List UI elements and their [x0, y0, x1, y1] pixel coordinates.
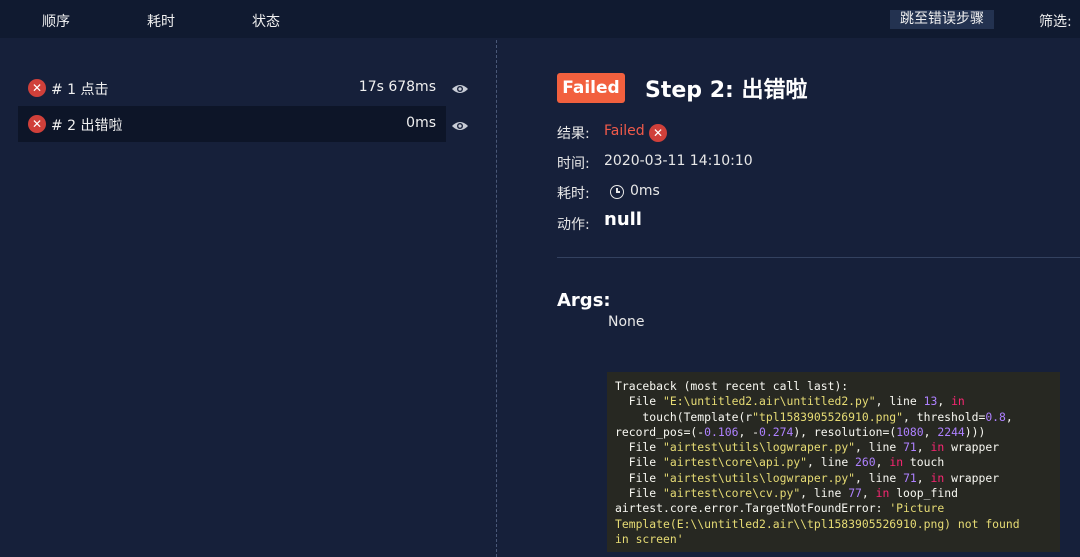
traceback-line: File "E:\untitled2.air\untitled2.py", li… [615, 394, 965, 409]
step-title: Step 2: 出错啦 [645, 78, 808, 103]
result-label: 结果: [557, 126, 590, 142]
traceback-line: in screen' [615, 531, 684, 546]
args-label: Args: [557, 290, 611, 311]
eye-icon[interactable] [451, 83, 469, 95]
step-name: # 1 点击 [51, 82, 109, 98]
traceback-line: File "airtest\core\cv.py", line 77, in l… [615, 486, 958, 501]
action-label: 动作: [557, 217, 590, 233]
sort-by-order[interactable]: 顺序 [42, 11, 70, 31]
result-value: Failed [604, 123, 645, 139]
step-duration: 0ms [406, 115, 436, 131]
traceback-line: Template(E:\\untitled2.air\\tpl158390552… [615, 516, 1020, 531]
duration-value: 0ms [630, 183, 660, 199]
sort-by-duration[interactable]: 耗时 [147, 11, 175, 31]
step-item[interactable]: ✕ # 1 点击 17s 678ms [18, 70, 446, 106]
step-name: # 2 出错啦 [51, 118, 123, 134]
step-item-selected[interactable]: ✕ # 2 出错啦 0ms [18, 106, 446, 142]
action-value: null [604, 209, 642, 230]
traceback-line: File "airtest\utils\logwraper.py", line … [615, 470, 1000, 485]
close-circle-icon: ✕ [28, 115, 46, 133]
traceback-line: touch(Template(r"tpl1583905526910.png", … [615, 409, 1013, 424]
time-label: 时间: [557, 156, 590, 172]
close-circle-icon: ✕ [649, 124, 667, 142]
sort-by-status[interactable]: 状态 [252, 11, 280, 31]
traceback-line: airtest.core.error.TargetNotFoundError: … [615, 501, 945, 516]
jump-to-error-button[interactable]: 跳至错误步骤 [890, 10, 994, 29]
args-value: None [608, 314, 645, 330]
traceback-line: File "airtest\core\api.py", line 260, in… [615, 455, 945, 470]
traceback-line: record_pos=(-0.106, -0.274), resolution=… [615, 424, 986, 439]
clock-icon [610, 185, 624, 199]
panel-divider [496, 40, 497, 557]
time-value: 2020-03-11 14:10:10 [604, 153, 753, 169]
section-divider [557, 257, 1080, 258]
status-badge: Failed [557, 73, 625, 103]
filter-label: 筛选: [1039, 14, 1072, 30]
traceback-code-block: Traceback (most recent call last): File … [607, 372, 1060, 552]
close-circle-icon: ✕ [28, 79, 46, 97]
traceback-line: File "airtest\utils\logwraper.py", line … [615, 440, 1000, 455]
duration-label: 耗时: [557, 186, 590, 202]
step-duration: 17s 678ms [358, 79, 436, 95]
top-toolbar: 顺序 耗时 状态 跳至错误步骤 筛选: [0, 0, 1080, 38]
traceback-line: Traceback (most recent call last): [615, 379, 849, 393]
eye-icon[interactable] [451, 120, 469, 132]
